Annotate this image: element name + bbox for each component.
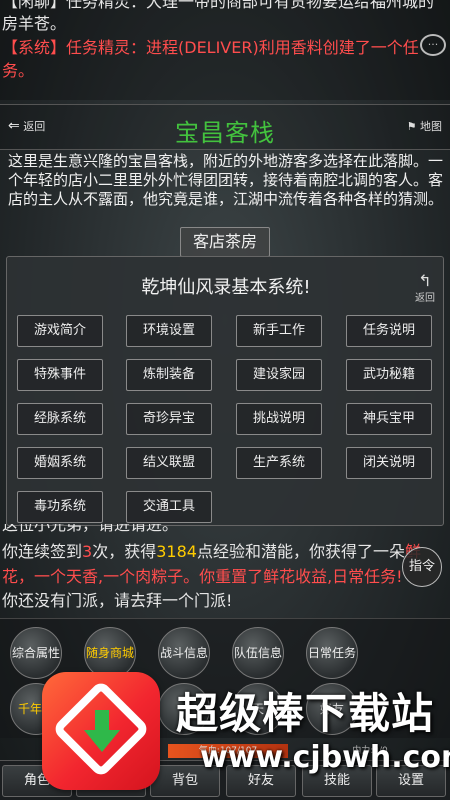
- system-menu-button[interactable]: 任务说明: [346, 315, 432, 347]
- chat-line: 这位小兄弟，请进请进。: [2, 524, 179, 534]
- chat-line-reward: 花，一个天香,一个肉粽子。你重置了鲜花收益,日常任务!: [2, 567, 403, 586]
- exit-room-button[interactable]: 客店茶房: [180, 227, 270, 257]
- system-menu-panel: 乾坤仙风录基本系统! ↰ 返回 游戏简介 环境设置 新手工作 任务说明特殊事件 炼制装备…: [6, 256, 444, 526]
- system-menu-button[interactable]: 闭关说明: [346, 447, 432, 479]
- return-arrow-icon: ↰: [418, 271, 432, 290]
- system-menu-button[interactable]: 毒功系统: [17, 491, 103, 523]
- system-menu-button[interactable]: 婚姻系统: [17, 447, 103, 479]
- quick-action-button[interactable]: 战斗信息: [158, 627, 210, 679]
- map-flag-icon: ⚑: [406, 120, 417, 133]
- system-menu-button[interactable]: 游戏简介: [17, 315, 103, 347]
- chat-line: 你还没有门派，请去拜一个门派!: [2, 591, 233, 610]
- system-menu-button[interactable]: 新手工作: [236, 315, 322, 347]
- command-button[interactable]: 指令: [402, 547, 442, 587]
- watermark-logo: [42, 672, 160, 790]
- chat-text: 点经验和潜能，你获得了一朵: [196, 542, 405, 561]
- exp-amount: 3184: [156, 542, 197, 561]
- system-menu-button[interactable]: 炼制装备: [126, 359, 212, 391]
- system-menu-button[interactable]: 特殊事件: [17, 359, 103, 391]
- panel-back-button[interactable]: ↰ 返回: [415, 271, 435, 305]
- chat-line-system: 【系统】任务精灵：进程(DELIVER)利用香料创建了一个任: [2, 38, 419, 57]
- panel-back-label: 返回: [415, 293, 435, 304]
- download-arrow-icon: [84, 710, 120, 752]
- chat-text: 次，获得: [92, 542, 157, 561]
- system-menu-button[interactable]: 武功秘籍: [346, 359, 432, 391]
- system-menu-button[interactable]: 经脉系统: [17, 403, 103, 435]
- map-label: 地图: [420, 120, 442, 133]
- chat-line-system: 务。: [2, 61, 35, 80]
- panel-title: 乾坤仙风录基本系统!: [141, 277, 311, 298]
- quick-action-button[interactable]: 队伍信息: [232, 627, 284, 679]
- signin-days: 3: [82, 542, 93, 561]
- system-menu-button[interactable]: 神兵宝甲: [346, 403, 432, 435]
- system-menu-button[interactable]: 挑战说明: [236, 403, 322, 435]
- location-title: 宝昌客栈: [175, 119, 275, 147]
- map-button[interactable]: ⚑ 地图: [407, 118, 442, 134]
- watermark-text: 超级棒下载站: [176, 689, 435, 738]
- system-menu-button[interactable]: 生产系统: [236, 447, 322, 479]
- chat-bubble-icon[interactable]: ···: [420, 34, 446, 56]
- bottom-chat-log: 这位小兄弟，请进请进。 你连续签到3次，获得3184点经验和潜能，你获得了一朵鲜…: [0, 524, 450, 616]
- watermark-url: www.cjbwh.com: [200, 740, 450, 775]
- system-menu-button[interactable]: 奇珍异宝: [126, 403, 212, 435]
- system-menu-button[interactable]: 交通工具: [126, 491, 212, 523]
- quick-action-button[interactable]: 综合属性: [10, 627, 62, 679]
- chat-text: 你连续签到: [2, 542, 83, 561]
- system-menu-button[interactable]: 环境设置: [126, 315, 212, 347]
- chat-line: 房羊苍。: [2, 14, 67, 33]
- chat-line: 【闲聊】任务精灵：大理一带的商部可有货物要运给福州城的: [2, 0, 435, 11]
- system-menu-button[interactable]: 结义联盟: [126, 447, 212, 479]
- quick-action-button[interactable]: 日常任务: [306, 627, 358, 679]
- chat-line-signin: 你连续签到3次，获得3184点经验和潜能，你获得了一朵鲜: [2, 540, 448, 563]
- location-header: ⇐ 返回 宝昌客栈 ⚑ 地图: [0, 104, 450, 150]
- system-menu-button[interactable]: 建设家园: [236, 359, 322, 391]
- top-chat-log: 【闲聊】任务精灵：大理一带的商部可有货物要运给福州城的 房羊苍。 【系统】任务精…: [0, 0, 450, 100]
- location-description: 这里是生意兴隆的宝昌客栈，附近的外地游客多选择在此落脚。一个年轻的店小二里里外外…: [8, 152, 444, 208]
